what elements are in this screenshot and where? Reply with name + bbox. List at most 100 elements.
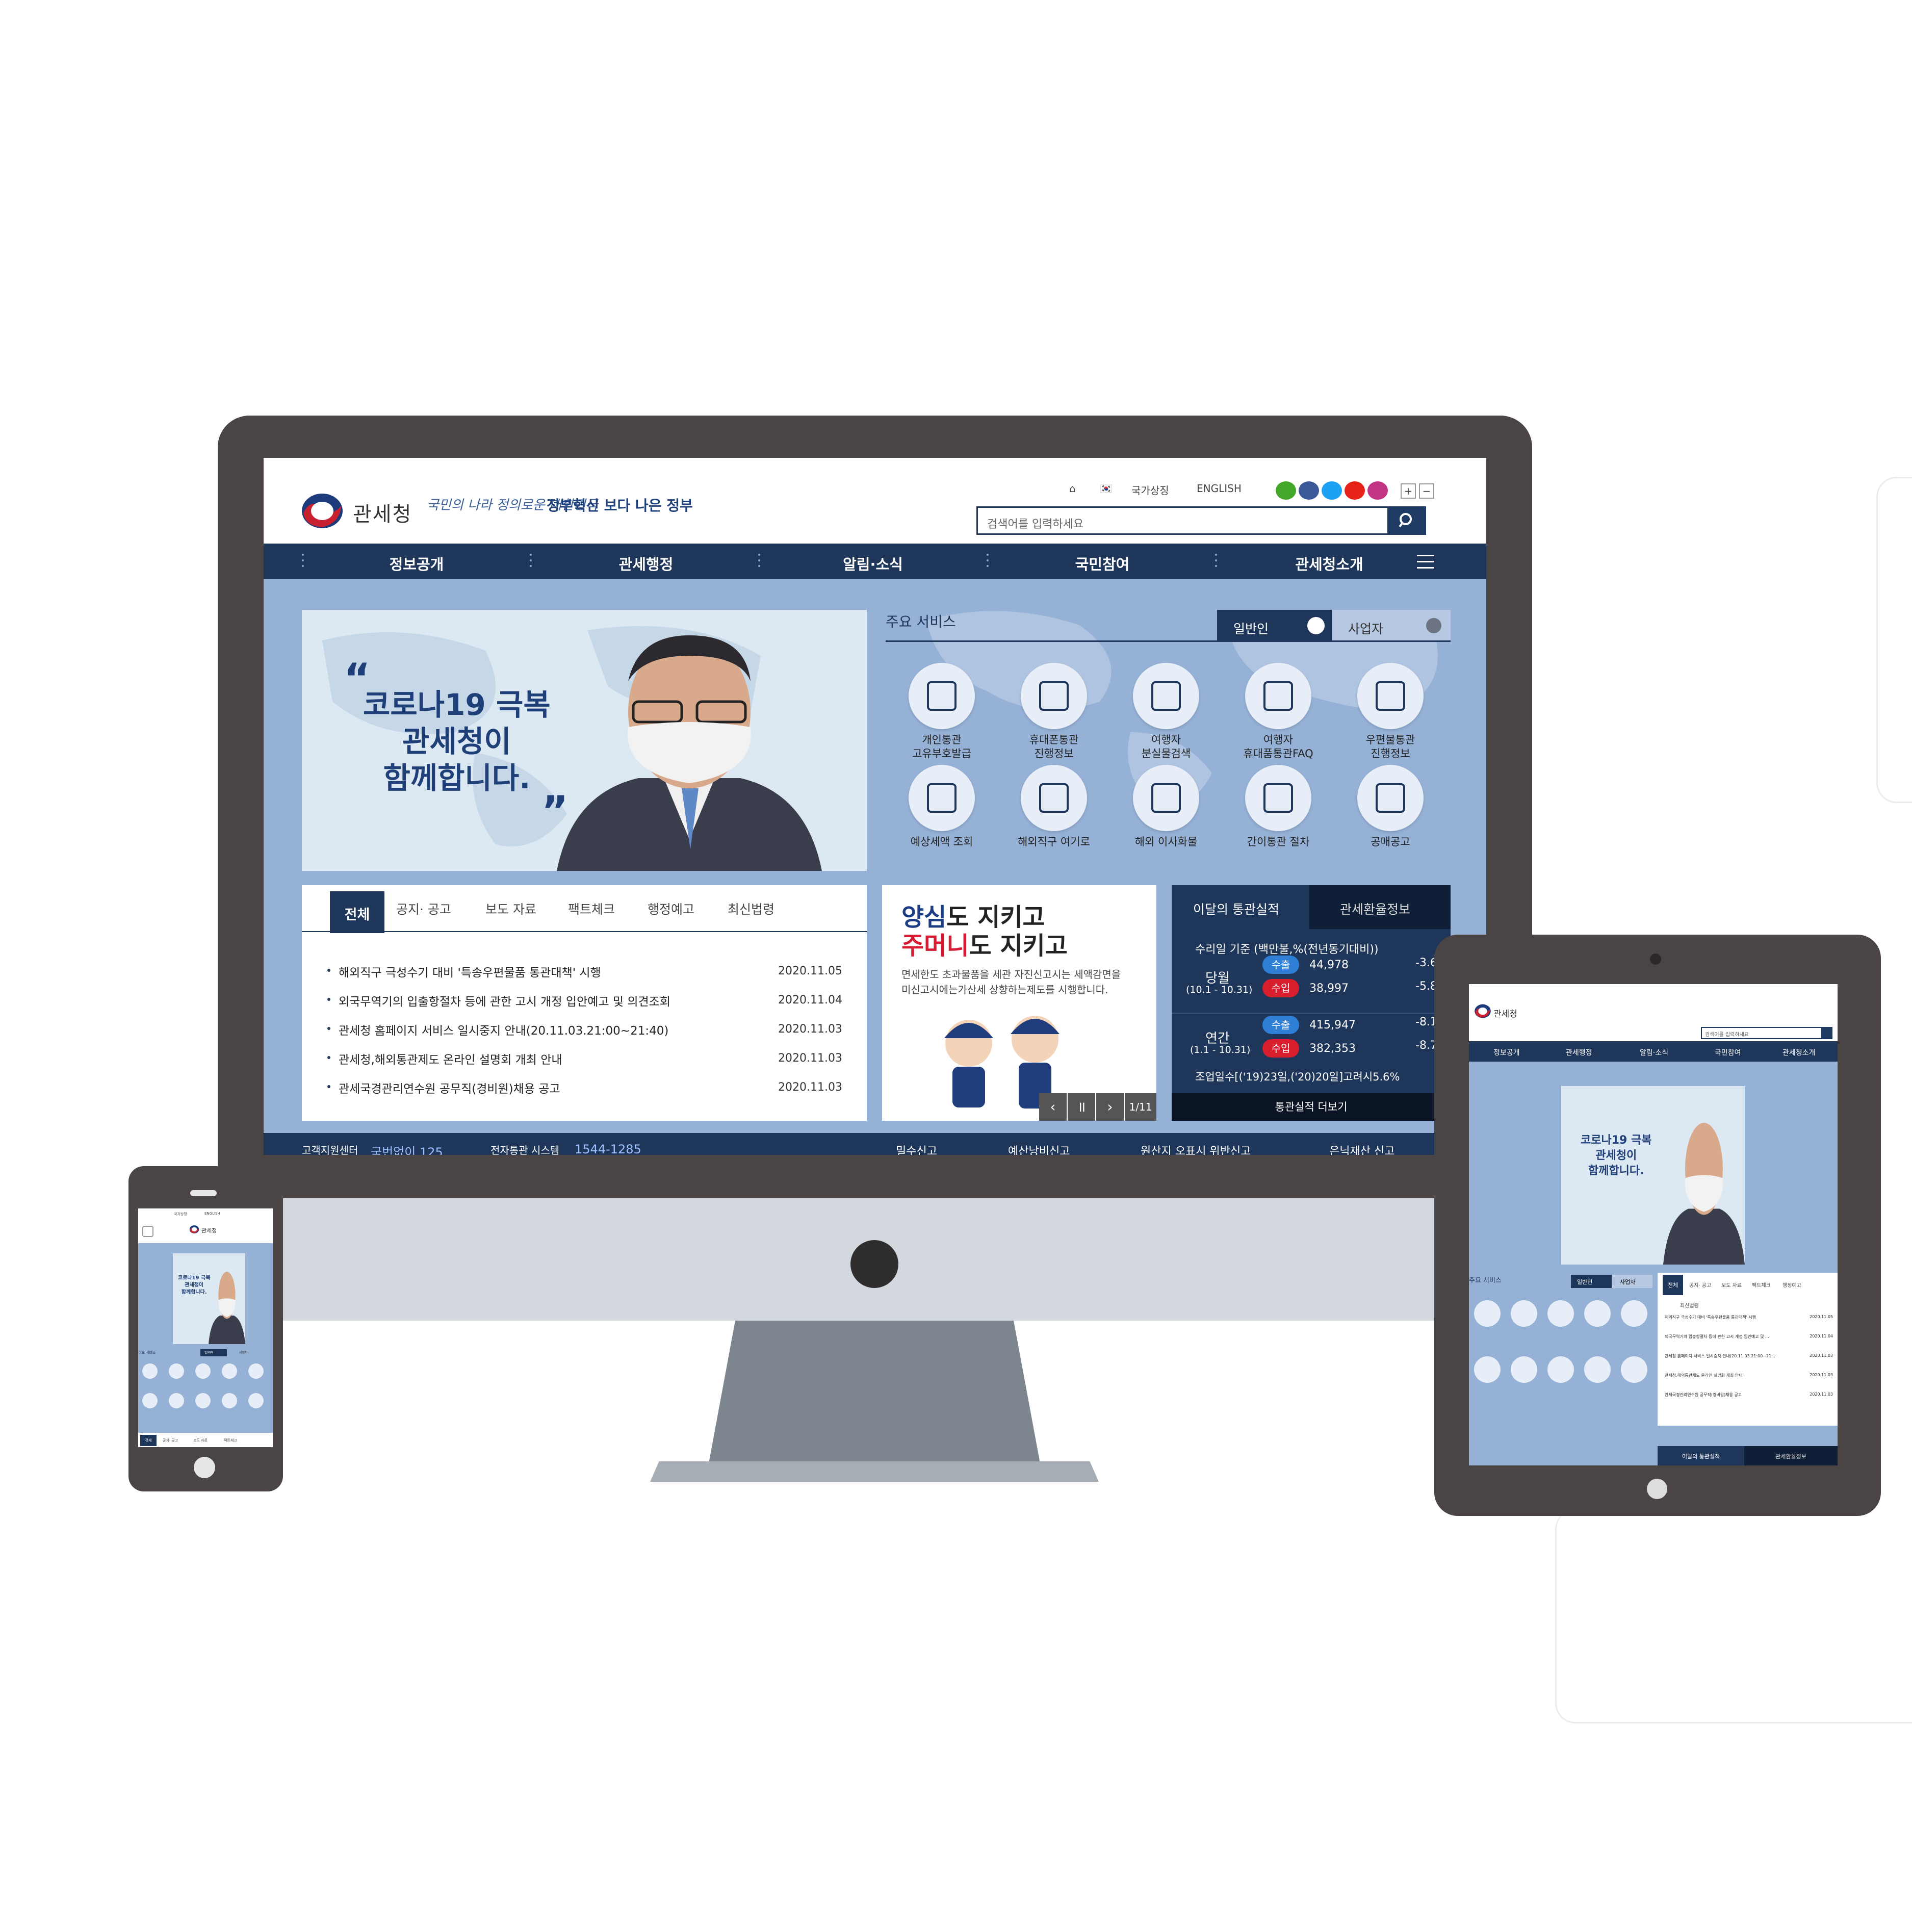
taegeuk-logo-icon[interactable]: [300, 493, 344, 529]
tab-factcheck[interactable]: 팩트체크: [224, 1438, 237, 1443]
tab-admin-notice[interactable]: 행정예고: [648, 899, 694, 918]
mail-icon[interactable]: [1621, 1300, 1647, 1327]
site-logo-text[interactable]: 관세청: [1493, 1007, 1517, 1019]
promo-slider[interactable]: 양심도 지키고 주머니도 지키고 면세한도 초과물품을 세관 자진신고시는 세액…: [882, 885, 1156, 1121]
footer-link-budget[interactable]: 예산낭비신고: [1008, 1142, 1070, 1155]
service-moving-goods[interactable]: 해외 이사화물: [1120, 765, 1212, 849]
mail-icon[interactable]: [248, 1363, 264, 1379]
tab-all[interactable]: 전체: [140, 1435, 157, 1446]
tab-general-user[interactable]: 일반인: [1571, 1275, 1612, 1288]
footer-link-smuggling[interactable]: 밀수신고: [896, 1142, 937, 1155]
more-stats-button[interactable]: 통관실적 더보기: [1172, 1093, 1451, 1121]
site-logo-text[interactable]: 관세청: [353, 498, 412, 527]
tab-press[interactable]: 보도 자료: [1721, 1281, 1742, 1289]
list-item[interactable]: 관세청 홈페이지 서비스 일시중지 안내(20.11.03.21:00~21:4…: [327, 1020, 842, 1040]
tab-general-user[interactable]: 일반인: [200, 1349, 227, 1356]
nav-item-about[interactable]: 관세청소개: [1253, 553, 1406, 574]
tab-general-user[interactable]: 일반인: [1217, 610, 1332, 640]
service-phone-clearance[interactable]: 휴대폰통관 진행정보: [1008, 663, 1100, 761]
tab-monthly-stats[interactable]: 이달의 통관실적: [1172, 885, 1309, 929]
util-link-symbol[interactable]: 국가상징: [174, 1212, 187, 1217]
tab-notice[interactable]: 공지· 공고: [396, 899, 451, 918]
tab-factcheck[interactable]: 팩트체크: [568, 899, 615, 918]
list-item[interactable]: 해외직구 극성수기 대비 '특송우편물품 통관대책' 시행 2020.11.05: [327, 962, 842, 982]
search-icon[interactable]: [1821, 1027, 1832, 1039]
nav-item-info[interactable]: 정보공개: [1493, 1047, 1520, 1058]
search-input[interactable]: 검색어를 입력하세요: [976, 506, 1426, 535]
tab-all[interactable]: 전체: [330, 891, 384, 933]
calculator-icon[interactable]: [142, 1393, 158, 1408]
tab-notice[interactable]: 공지· 공고: [163, 1438, 178, 1443]
instagram-icon[interactable]: [1367, 481, 1388, 500]
collapse-icon[interactable]: [1426, 618, 1441, 633]
cart-icon[interactable]: [1511, 1356, 1537, 1383]
magnifier-icon[interactable]: [195, 1363, 211, 1379]
zoom-in-icon[interactable]: +: [1401, 483, 1416, 499]
support-center-number[interactable]: 국번없이 125: [371, 1142, 443, 1155]
tab-business-user[interactable]: 사업자: [234, 1349, 260, 1356]
monitor-search-icon[interactable]: [169, 1363, 184, 1379]
tablet-hero-banner[interactable]: 코로나19 극복 관세청이 함께합니다.: [1561, 1086, 1745, 1265]
list-item[interactable]: 관세청,해외통관제도 온라인 설명회 개최 안내 2020.11.03: [327, 1049, 842, 1069]
hero-banner[interactable]: “ 코로나19 극복 관세청이 함께합니다. ”: [302, 610, 867, 871]
tab-press[interactable]: 보도 자료: [485, 899, 536, 918]
id-card-icon[interactable]: [1474, 1300, 1501, 1327]
blog-icon[interactable]: [1276, 481, 1296, 500]
nav-item-admin[interactable]: 관세행정: [1566, 1047, 1592, 1058]
footer-link-origin[interactable]: 원산지 오표시 위반신고: [1141, 1142, 1251, 1155]
list-item[interactable]: 해외직구 극성수기 대비 '특송우편물품 통관대책' 시행 2020.11.05: [1665, 1315, 1833, 1320]
service-direct-purchase[interactable]: 해외직구 여기로: [1008, 765, 1100, 849]
tab-exchange-rate[interactable]: 관세환율정보: [1744, 1446, 1838, 1465]
pause-slide-button[interactable]: ॥: [1068, 1093, 1095, 1121]
service-tax-estimate[interactable]: 예상세액 조회: [896, 765, 988, 849]
facebook-icon[interactable]: [1299, 481, 1319, 500]
cart-icon[interactable]: [169, 1393, 184, 1408]
nav-item-admin[interactable]: 관세행정: [570, 553, 722, 574]
search-icon[interactable]: [142, 1226, 153, 1237]
service-postal[interactable]: 우편물통관 진행정보: [1345, 663, 1436, 761]
tab-factcheck[interactable]: 팩트체크: [1752, 1281, 1771, 1289]
footer-link-assets[interactable]: 은닉재산 신고: [1329, 1142, 1394, 1155]
list-item[interactable]: 관세국경관리연수원 공무직(경비원)채용 공고 2020.11.03: [1665, 1392, 1833, 1398]
list-item[interactable]: 외국무역기의 입출항절차 등에 관한 고시 개정 입안예고 및 의견조회 2020…: [327, 991, 842, 1011]
tab-all[interactable]: 전체: [1663, 1275, 1683, 1295]
service-lost-items[interactable]: 여행자 분실물검색: [1120, 663, 1212, 761]
search-input[interactable]: 검색어를 입력하세요: [1701, 1027, 1832, 1039]
suitcase-icon[interactable]: [1584, 1300, 1611, 1327]
util-link-english[interactable]: ENGLISH: [204, 1212, 220, 1216]
prev-slide-button[interactable]: ‹: [1039, 1093, 1067, 1121]
tab-latest-laws[interactable]: 최신법령: [728, 899, 774, 918]
site-logo-text[interactable]: 관세청: [201, 1226, 217, 1234]
tab-exchange-rate[interactable]: 관세환율정보: [1309, 885, 1451, 929]
tab-business-user[interactable]: 사업자: [1332, 610, 1451, 640]
tab-monthly-stats[interactable]: 이달의 통관실적: [1658, 1446, 1744, 1465]
service-travel-faq[interactable]: 여행자 휴대품통관FAQ: [1232, 663, 1324, 761]
megaphone-icon[interactable]: [248, 1393, 264, 1408]
chevron-down-icon[interactable]: [1307, 617, 1325, 634]
calculator-icon[interactable]: [1474, 1356, 1501, 1383]
menu-icon[interactable]: [1417, 555, 1434, 569]
home-icon[interactable]: ⌂: [1069, 482, 1076, 500]
nav-item-participation[interactable]: 국민참여: [1026, 553, 1179, 574]
zoom-out-icon[interactable]: −: [1419, 483, 1434, 499]
magnifier-icon[interactable]: [1547, 1300, 1574, 1327]
id-card-icon[interactable]: [142, 1363, 158, 1379]
clipboard-icon[interactable]: [222, 1393, 237, 1408]
service-auction[interactable]: 공매공고: [1345, 765, 1436, 849]
nav-item-news[interactable]: 알림·소식: [1640, 1047, 1668, 1058]
list-item[interactable]: 관세국경관리연수원 공무직(경비원)채용 공고 2020.11.03: [327, 1078, 842, 1098]
tab-notice[interactable]: 공지· 공고: [1689, 1281, 1711, 1289]
twitter-icon[interactable]: [1322, 481, 1342, 500]
nav-item-participation[interactable]: 국민참여: [1715, 1047, 1741, 1058]
suitcase-icon[interactable]: [222, 1363, 237, 1379]
taegeuk-logo-icon[interactable]: [189, 1225, 199, 1234]
list-item[interactable]: 관세청,해외통관제도 온라인 설명회 개최 안내 2020.11.03: [1665, 1373, 1833, 1378]
monitor-search-icon[interactable]: [1511, 1300, 1537, 1327]
youtube-icon[interactable]: [1345, 481, 1365, 500]
phone-hero-banner[interactable]: 코로나19 극복 관세청이 함께합니다.: [173, 1253, 245, 1344]
box-icon[interactable]: [195, 1393, 211, 1408]
list-item[interactable]: 외국무역기의 입출항절차 등에 관한 고시 개정 입안예고 및 ... 2020.…: [1665, 1334, 1833, 1339]
nav-item-about[interactable]: 관세청소개: [1782, 1047, 1815, 1058]
service-customs-code[interactable]: 개인통관 고유부호발급: [896, 663, 988, 761]
megaphone-icon[interactable]: [1621, 1356, 1647, 1383]
